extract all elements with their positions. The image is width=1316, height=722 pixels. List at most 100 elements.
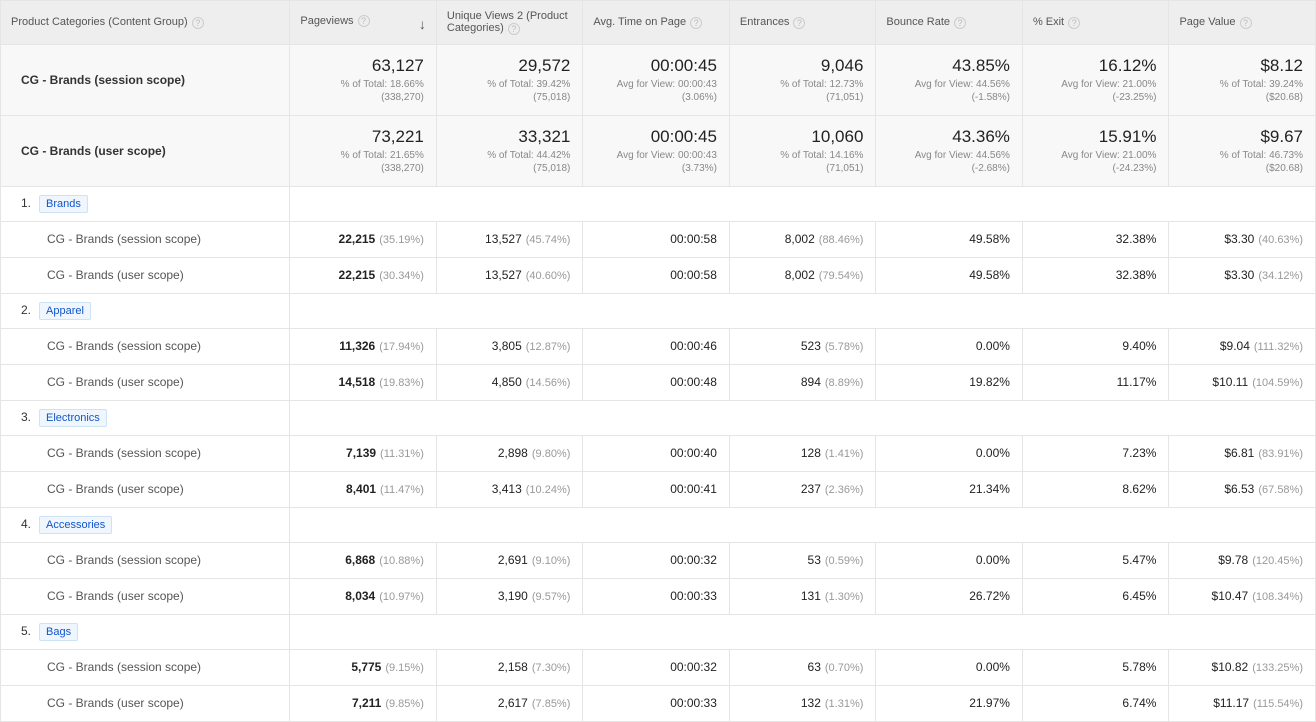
metric-value-bold: 22,215	[339, 232, 376, 246]
help-icon[interactable]: ?	[1240, 17, 1252, 29]
column-header[interactable]: Page Value?	[1169, 1, 1316, 45]
category-group-row: 3.Electronics	[1, 400, 1316, 435]
metric-pct: (11.47%)	[380, 484, 424, 496]
category-tag[interactable]: Bags	[39, 623, 78, 641]
summary-value: 10,060	[742, 126, 864, 149]
category-tag[interactable]: Apparel	[39, 302, 91, 320]
table-row: CG - Brands (user scope)22,215(30.34%)13…	[1, 257, 1316, 293]
metric-value: 11.17%	[1117, 375, 1157, 389]
metric-cell: 5,775 (9.15%)	[290, 649, 437, 685]
summary-subtext: (-2.68%)	[888, 162, 1010, 176]
metric-cell: 49.58%	[876, 221, 1023, 257]
metric-value: $9.04	[1220, 339, 1250, 353]
table-row: CG - Brands (session scope)6,868(10.88%)…	[1, 542, 1316, 578]
metric-cell: 8.62%	[1022, 471, 1169, 507]
metric-cell: 131(1.30%)	[729, 578, 876, 614]
summary-cell: $9.67% of Total: 46.73%($20.68)	[1169, 115, 1316, 186]
column-header[interactable]: Avg. Time on Page?	[583, 1, 730, 45]
metric-value: 0.00%	[976, 660, 1010, 674]
metric-value: 2,691	[498, 553, 528, 567]
summary-subtext: % of Total: 39.24%	[1181, 78, 1303, 92]
metric-cell: 2,691 (9.10%)	[436, 542, 583, 578]
category-group-row: 2.Apparel	[1, 293, 1316, 328]
summary-segment-label: CG - Brands (user scope)	[1, 115, 290, 186]
summary-value: 73,221	[302, 126, 424, 149]
summary-subtext: Avg for View: 44.56%	[888, 149, 1010, 163]
metric-cell: 7,211(9.85%)	[290, 685, 437, 721]
metric-pct: (83.91%)	[1258, 448, 1303, 460]
column-label: % Exit	[1033, 16, 1064, 28]
metric-cell: 2,898(9.80%)	[436, 435, 583, 471]
metric-value: 00:00:48	[670, 375, 717, 389]
category-group-row: 5.Bags	[1, 614, 1316, 649]
metric-cell: 8,002(79.54%)	[729, 257, 876, 293]
metric-cell: 53(0.59%)	[729, 542, 876, 578]
metric-pct: (9.15%)	[385, 662, 424, 674]
metric-cell: $10.47(108.34%)	[1169, 578, 1316, 614]
metric-value: $3.30	[1224, 268, 1254, 282]
summary-cell: $8.12% of Total: 39.24%($20.68)	[1169, 45, 1316, 116]
metric-pct: (10.97%)	[379, 591, 424, 603]
summary-value: $8.12	[1181, 55, 1303, 78]
column-header[interactable]: Unique Views 2 (Product Categories)?	[436, 1, 583, 45]
metric-cell: 19.82%	[876, 364, 1023, 400]
table-row: CG - Brands (user scope)7,211(9.85%)2,61…	[1, 685, 1316, 721]
metric-value-bold: 11,326	[339, 339, 375, 353]
sort-down-icon[interactable]: ↓	[419, 17, 426, 31]
empty-cell	[290, 507, 1316, 542]
metric-cell: $10.11(104.59%)	[1169, 364, 1316, 400]
summary-subtext: Avg for View: 00:00:43	[595, 149, 717, 163]
summary-value: 00:00:45	[595, 126, 717, 149]
metric-value: 00:00:46	[670, 339, 717, 353]
column-header[interactable]: Pageviews? ↓	[290, 1, 437, 45]
metric-value: 7.23%	[1122, 446, 1156, 460]
metric-pct: (108.34%)	[1252, 591, 1303, 603]
column-label: Pageviews	[300, 15, 353, 27]
help-icon[interactable]: ?	[690, 17, 702, 29]
summary-subtext: % of Total: 39.42% (75,018)	[449, 78, 571, 105]
metric-pct: (9.10%)	[532, 555, 571, 567]
summary-cell: 33,321% of Total: 44.42% (75,018)	[436, 115, 583, 186]
metric-value: 00:00:58	[670, 232, 717, 246]
metric-value: 5.78%	[1122, 660, 1156, 674]
category-tag[interactable]: Electronics	[39, 409, 107, 427]
help-icon[interactable]: ?	[192, 17, 204, 29]
metric-value: 00:00:33	[670, 589, 717, 603]
summary-value: 29,572	[449, 55, 571, 78]
metric-value: 32.38%	[1116, 268, 1157, 282]
summary-value: 16.12%	[1035, 55, 1157, 78]
metric-pct: (8.89%)	[825, 377, 864, 389]
help-icon[interactable]: ?	[1068, 17, 1080, 29]
metric-cell: 0.00%	[876, 435, 1023, 471]
metric-value: 21.34%	[969, 482, 1010, 496]
summary-subtext: (338,270)	[302, 162, 424, 176]
summary-subtext: (-23.25%)	[1035, 91, 1157, 105]
column-header[interactable]: Product Categories (Content Group)?	[1, 1, 290, 45]
summary-subtext: Avg for View: 21.00%	[1035, 78, 1157, 92]
column-label: Page Value	[1179, 16, 1235, 28]
metric-value: 2,158	[498, 660, 528, 674]
category-tag[interactable]: Accessories	[39, 516, 112, 534]
summary-subtext: (71,051)	[742, 91, 864, 105]
column-header[interactable]: Entrances?	[729, 1, 876, 45]
column-header[interactable]: Bounce Rate?	[876, 1, 1023, 45]
help-icon[interactable]: ?	[954, 17, 966, 29]
summary-subtext: % of Total: 46.73%	[1181, 149, 1303, 163]
metric-cell: 11.17%	[1022, 364, 1169, 400]
metric-value-bold: 5,775	[351, 660, 381, 674]
help-icon[interactable]: ?	[793, 17, 805, 29]
metric-value: $3.30	[1224, 232, 1254, 246]
summary-subtext: % of Total: 44.42% (75,018)	[449, 149, 571, 176]
help-icon[interactable]: ?	[508, 23, 520, 35]
metric-cell: 00:00:32	[583, 542, 730, 578]
column-header[interactable]: % Exit?	[1022, 1, 1169, 45]
category-tag[interactable]: Brands	[39, 195, 88, 213]
metric-cell: 6.74%	[1022, 685, 1169, 721]
metric-pct: (1.30%)	[825, 591, 864, 603]
help-icon[interactable]: ?	[358, 15, 370, 27]
metric-cell: 5.78%	[1022, 649, 1169, 685]
row-index: 4.	[11, 517, 31, 531]
metric-pct: (111.32%)	[1254, 341, 1303, 353]
metric-cell: 21.34%	[876, 471, 1023, 507]
column-label: Entrances	[740, 16, 790, 28]
